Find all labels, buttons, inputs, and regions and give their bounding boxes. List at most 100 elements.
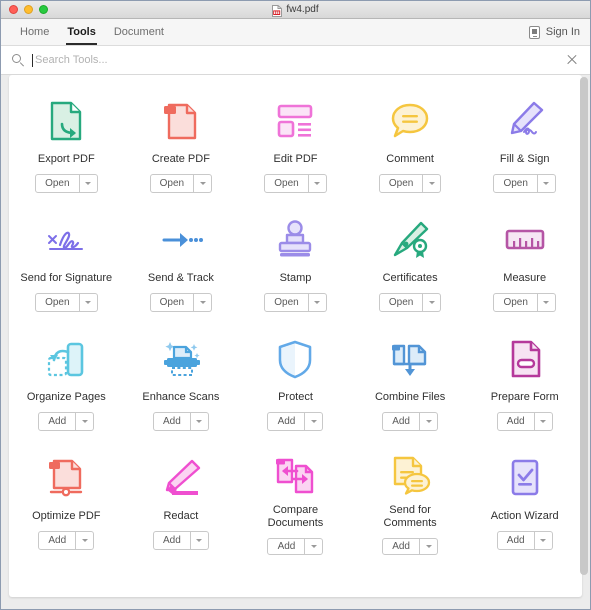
measure-icon — [502, 214, 548, 266]
tool-action-button[interactable]: Open — [149, 293, 195, 312]
tool-action-dropdown[interactable] — [308, 293, 327, 312]
tool-export-pdf[interactable]: Export PDF Open — [9, 79, 124, 198]
tool-action-button[interactable]: Add — [496, 412, 535, 431]
tool-action-button[interactable]: Open — [378, 174, 424, 193]
tool-action-button[interactable]: Open — [35, 174, 80, 193]
text-cursor — [32, 53, 33, 67]
chevron-down-icon — [85, 301, 92, 304]
window-title: fw4.pdf — [286, 4, 319, 15]
chevron-down-icon — [310, 420, 317, 423]
tool-organize-pages[interactable]: Organize Pages Add — [9, 317, 124, 436]
tool-action-group: Add — [382, 412, 439, 431]
tool-send-for-comments[interactable]: Send for Comments Add — [353, 436, 468, 555]
close-icon[interactable] — [565, 53, 579, 67]
tool-action-button[interactable]: Open — [35, 293, 80, 312]
tool-action-dropdown[interactable] — [190, 531, 209, 550]
tool-action-button[interactable]: Add — [38, 531, 77, 550]
tool-prepare-form[interactable]: Prepare Form Add — [467, 317, 582, 436]
tool-action-dropdown[interactable] — [190, 412, 209, 431]
tool-action-button[interactable]: Add — [382, 538, 421, 555]
tool-action-dropdown[interactable] — [423, 293, 442, 312]
tool-edit-pdf[interactable]: Edit PDF Open — [238, 79, 353, 198]
tool-action-button[interactable]: Add — [152, 531, 191, 550]
chevron-down-icon — [428, 182, 435, 185]
chevron-down-icon — [425, 545, 432, 549]
tool-action-button[interactable]: Add — [267, 412, 306, 431]
tool-action-group: Add — [496, 531, 553, 550]
tool-combine-files[interactable]: Combine Files Add — [353, 317, 468, 436]
tab-document[interactable]: Document — [105, 19, 173, 45]
tool-action-dropdown[interactable] — [79, 293, 98, 312]
tool-action-dropdown[interactable] — [79, 174, 98, 193]
title-bar: fw4.pdf — [1, 1, 590, 19]
tool-send-and-track[interactable]: Send & Track Open — [124, 198, 239, 317]
tool-action-dropdown[interactable] — [420, 538, 439, 555]
tool-label: Export PDF — [37, 153, 95, 165]
tool-action-button[interactable]: Open — [149, 174, 195, 193]
tool-optimize-pdf[interactable]: Optimize PDF Add — [9, 436, 124, 555]
tool-action-dropdown[interactable] — [194, 174, 213, 193]
sign-in-button[interactable]: Sign In — [528, 19, 580, 45]
tool-action-dropdown[interactable] — [420, 412, 439, 431]
tool-action-button[interactable]: Add — [267, 538, 306, 555]
window-title-group: fw4.pdf — [1, 1, 590, 18]
tool-action-button[interactable]: Add — [496, 531, 535, 550]
tool-action-dropdown[interactable] — [76, 412, 95, 431]
tab-home[interactable]: Home — [11, 19, 58, 45]
tool-action-button[interactable]: Add — [38, 412, 77, 431]
tool-action-dropdown[interactable] — [194, 293, 213, 312]
tool-label: Stamp — [279, 272, 312, 284]
tool-action-button[interactable]: Open — [493, 293, 538, 312]
chevron-down-icon — [310, 545, 317, 549]
tool-fill-and-sign[interactable]: Fill & Sign Open — [467, 79, 582, 198]
tool-comment[interactable]: Comment Open — [353, 79, 468, 198]
tool-enhance-scans[interactable]: Enhance Scans Add — [124, 317, 239, 436]
tool-action-dropdown[interactable] — [537, 174, 556, 193]
chevron-down-icon — [425, 420, 432, 423]
tool-action-dropdown[interactable] — [308, 174, 327, 193]
chevron-down-icon — [81, 420, 88, 423]
tool-label: Protect — [278, 391, 313, 403]
tool-action-button[interactable]: Add — [152, 412, 191, 431]
search-icon — [12, 53, 25, 67]
tool-label: Comment — [386, 153, 434, 165]
scrollbar-thumb[interactable] — [580, 77, 588, 575]
tool-action-button[interactable]: Open — [264, 174, 309, 193]
tool-compare-documents[interactable]: Compare Documents Add — [238, 436, 353, 555]
search-input[interactable] — [35, 54, 559, 66]
minimize-window-button[interactable] — [24, 5, 33, 14]
tool-create-pdf[interactable]: Create PDF Open — [124, 79, 239, 198]
optimize-pdf-icon — [43, 452, 89, 504]
vertical-scrollbar[interactable] — [580, 77, 588, 607]
tool-action-group: Add — [152, 412, 209, 431]
tool-action-dropdown[interactable] — [305, 538, 324, 555]
tool-action-dropdown[interactable] — [534, 412, 553, 431]
tool-send-for-signature[interactable]: Send for Signature Open — [9, 198, 124, 317]
tool-action-group: Open — [149, 293, 213, 312]
tool-label: Organize Pages — [26, 391, 106, 403]
tool-action-dropdown[interactable] — [305, 412, 324, 431]
zoom-window-button[interactable] — [39, 5, 48, 14]
tool-action-dropdown[interactable] — [423, 174, 442, 193]
tool-action-dropdown[interactable] — [76, 531, 95, 550]
tool-protect[interactable]: Protect Add — [238, 317, 353, 436]
tool-redact[interactable]: Redact Add — [124, 436, 239, 555]
tool-action-dropdown[interactable] — [534, 531, 553, 550]
close-window-button[interactable] — [9, 5, 18, 14]
tool-action-button[interactable]: Add — [382, 412, 421, 431]
chevron-down-icon — [543, 182, 550, 185]
tab-list: Home Tools Document — [1, 19, 173, 45]
chevron-down-icon — [314, 182, 321, 185]
tool-action-button[interactable]: Open — [493, 174, 538, 193]
tool-measure[interactable]: Measure Open — [467, 198, 582, 317]
tab-tools[interactable]: Tools — [58, 19, 105, 45]
fill-and-sign-icon — [502, 95, 548, 147]
tool-action-button[interactable]: Open — [264, 293, 309, 312]
tool-action-dropdown[interactable] — [537, 293, 556, 312]
tool-action-button[interactable]: Open — [378, 293, 424, 312]
combine-files-icon — [387, 333, 433, 385]
tool-stamp[interactable]: Stamp Open — [238, 198, 353, 317]
tool-action-wizard[interactable]: Action Wizard Add — [467, 436, 582, 555]
device-icon — [528, 25, 540, 39]
chevron-down-icon — [196, 539, 203, 542]
